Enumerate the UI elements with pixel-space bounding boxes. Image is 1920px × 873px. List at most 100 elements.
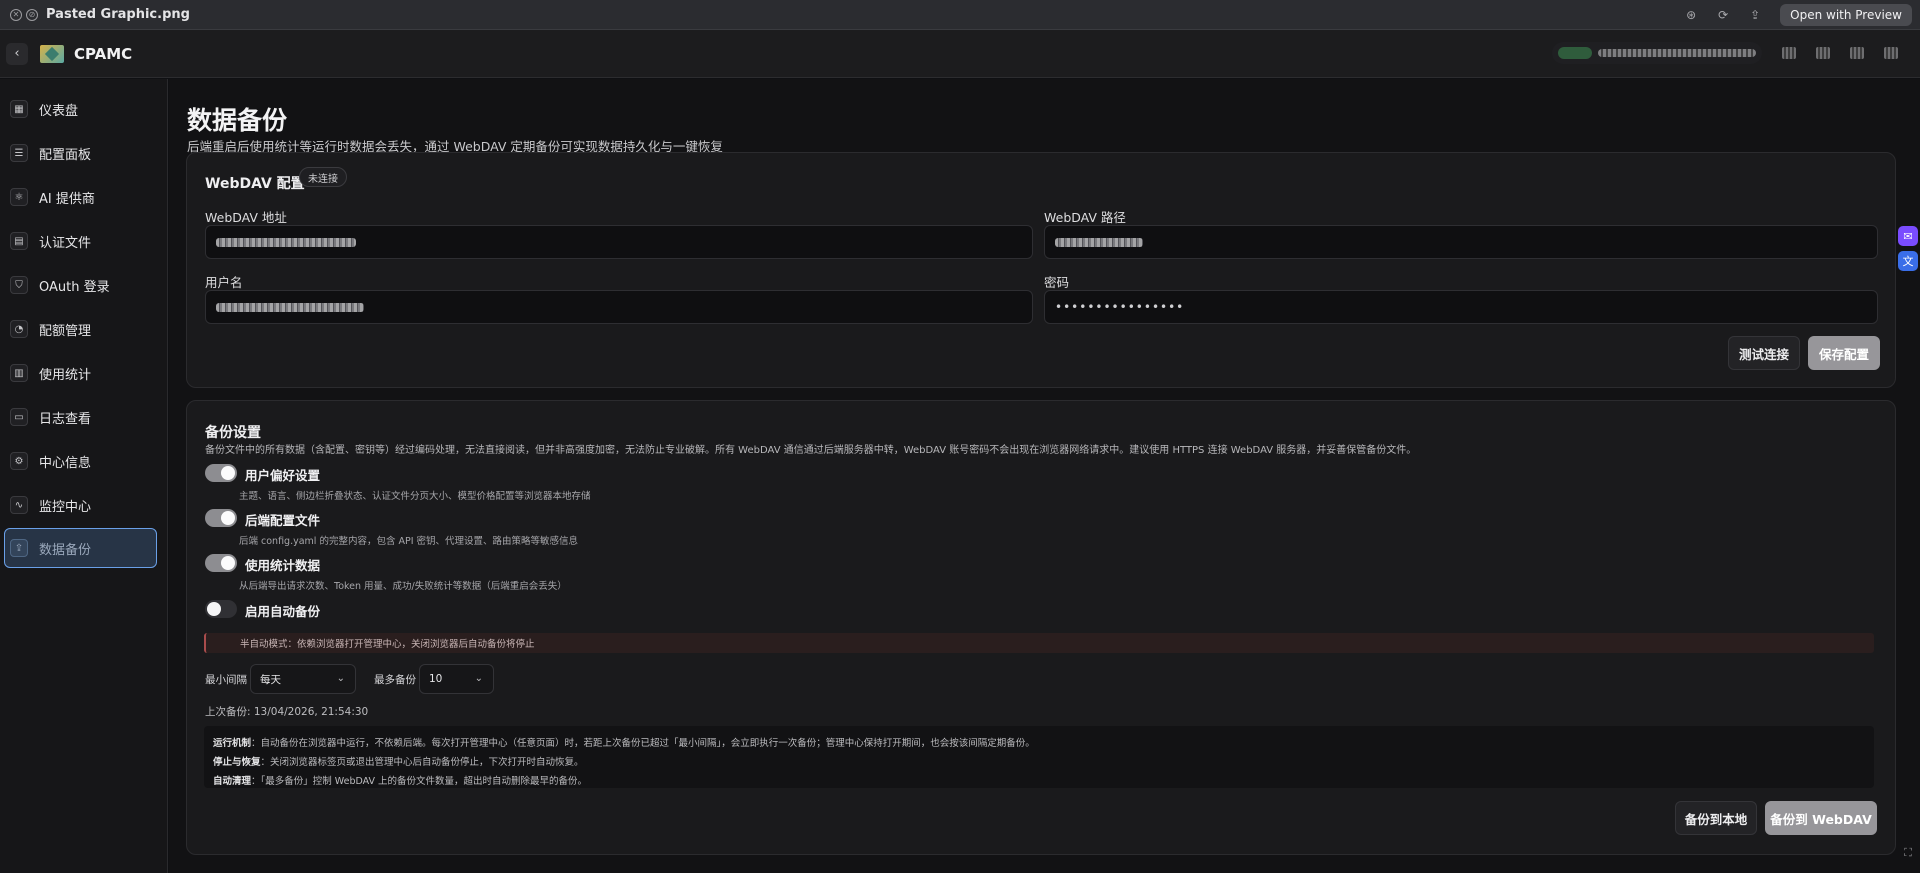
webdav-path-label: WebDAV 路径 [1044,210,1126,225]
theme-toggle-icon[interactable] [1816,47,1830,59]
activity-icon: ∿ [10,496,28,514]
sidebar-item-label: 配额管理 [39,323,92,339]
markup-icon[interactable]: ⊛ [1684,8,1698,22]
sidebar-item-ai-providers[interactable]: ⚛ AI 提供商 [5,178,156,216]
gear-icon: ⚙ [10,452,28,470]
collapse-sidebar-button[interactable]: ‹ [6,42,28,65]
rotate-icon[interactable]: ⟳ [1716,8,1730,22]
terminal-icon: ▭ [10,408,28,426]
backup-icon: ⇪ [10,539,28,557]
server-address-pill [1552,42,1762,64]
max-backups-value: 10 [429,673,443,685]
shield-icon: ⛉ [10,276,28,294]
close-window-icon[interactable]: ✕ [10,8,22,21]
sidebar-item-logs[interactable]: ▭ 日志查看 [5,398,156,436]
sidebar-item-label: 数据备份 [39,542,92,558]
main-content: 数据备份 后端重启后使用统计等运行时数据会丢失，通过 WebDAV 定期备份可实… [169,79,1920,873]
username-input[interactable] [205,290,1033,324]
sidebar-item-label: 使用统计 [39,367,92,383]
sidebar-item-label: 日志查看 [39,411,92,427]
sidebar-item-config-panel[interactable]: ☰ 配置面板 [5,134,156,172]
dashboard-icon: ▦ [10,100,28,118]
app-logo [40,44,64,63]
info-line: 停止与恢复：关闭浏览器标签页或退出管理中心后自动备份停止，下次打开时自动恢复。 [213,757,584,768]
sidebar-item-dashboard[interactable]: ▦ 仪表盘 [5,90,156,128]
sliders-icon: ☰ [10,144,28,162]
info-line: 运行机制：自动备份在浏览器中运行，不依赖后端。每次打开管理中心（任意页面）时，若… [213,738,1035,749]
language-icon[interactable] [1850,47,1864,59]
sidebar-item-center-info[interactable]: ⚙ 中心信息 [5,442,156,480]
username-label: 用户名 [205,275,243,290]
toggle-title: 使用统计数据 [245,558,321,573]
chevron-left-icon: ‹ [14,46,20,61]
webdav-address-label: WebDAV 地址 [205,210,287,225]
backup-local-button[interactable]: 备份到本地 [1675,801,1757,835]
auto-backup-toggle[interactable] [205,600,237,618]
auto-backup-info: 运行机制：自动备份在浏览器中运行，不依赖后端。每次打开管理中心（任意页面）时，若… [204,726,1874,788]
sidebar-item-monitor[interactable]: ∿ 监控中心 [5,486,156,524]
window-titlebar: ✕ ⊘ Pasted Graphic.png ⊛ ⟳ ⇪ Open with P… [0,0,1920,30]
save-config-button[interactable]: 保存配置 [1808,336,1880,370]
password-input[interactable]: •••••••••••••••• [1044,290,1878,324]
webdav-config-card: WebDAV 配置 未连接 WebDAV 地址 WebDAV 路径 用户名 密码… [186,152,1896,388]
connection-status-badge: 未连接 [299,167,347,187]
chevron-down-icon: ⌄ [474,673,483,684]
sidebar-item-usage-stats[interactable]: ▥ 使用统计 [5,354,156,392]
toggle-description: 后端 config.yaml 的完整内容，包含 API 密钥、代理设置、路由策略… [239,536,579,547]
usage-stats-toggle[interactable] [205,554,237,572]
webdav-address-input[interactable] [205,225,1033,259]
webdav-path-input[interactable] [1044,225,1878,259]
chat-assistant-icon[interactable]: ✉ [1898,226,1918,246]
info-line: 自动清理：「最多备份」控制 WebDAV 上的备份文件数量，超出时自动删除最早的… [213,776,588,787]
sidebar-item-label: 认证文件 [39,235,92,251]
last-backup-time: 上次备份: 13/04/2026, 21:54:30 [205,706,369,718]
sidebar-item-data-backup[interactable]: ⇪ 数据备份 [4,528,157,568]
logout-icon[interactable] [1884,47,1898,59]
chevron-down-icon: ⌄ [336,673,345,684]
sidebar: ▦ 仪表盘 ☰ 配置面板 ⚛ AI 提供商 ▤ 认证文件 ⛉ OAuth 登录 … [0,79,168,873]
fullscreen-icon[interactable] [1782,47,1796,59]
sidebar-item-quota[interactable]: ◔ 配额管理 [5,310,156,348]
redacted-value [216,237,356,247]
open-with-preview-button[interactable]: Open with Preview [1780,4,1912,26]
backup-settings-title: 备份设置 [205,425,261,441]
redacted-value [1055,237,1143,247]
connection-status-dot [1558,47,1592,59]
bar-chart-icon: ▥ [10,364,28,382]
sidebar-item-label: 配置面板 [39,147,92,163]
sidebar-item-oauth-login[interactable]: ⛉ OAuth 登录 [5,266,156,304]
app-header: ‹ CPAMC [0,30,1920,78]
page-title: 数据备份 [187,106,288,135]
interval-value: 每天 [260,673,281,686]
backend-config-toggle[interactable] [205,509,237,527]
max-backups-select[interactable]: 10 ⌄ [419,664,494,694]
sidebar-item-auth-files[interactable]: ▤ 认证文件 [5,222,156,260]
sidebar-item-label: 仪表盘 [39,103,79,119]
test-connection-button[interactable]: 测试连接 [1728,336,1800,370]
sidebar-item-label: OAuth 登录 [39,279,110,295]
password-label: 密码 [1044,275,1070,290]
sidebar-item-label: 中心信息 [39,455,92,471]
webdav-config-title: WebDAV 配置 [205,176,305,192]
toggle-description: 从后端导出请求次数、Token 用量、成功/失败统计等数据（后端重启会丢失） [239,581,567,592]
share-icon[interactable]: ⇪ [1748,8,1762,22]
sidebar-item-label: AI 提供商 [39,191,95,207]
minimize-window-icon[interactable]: ⊘ [26,8,38,21]
network-icon: ⚛ [10,188,28,206]
max-backups-label: 最多备份 [374,674,416,686]
file-icon: ▤ [10,232,28,250]
user-prefs-toggle[interactable] [205,464,237,482]
sidebar-item-label: 监控中心 [39,499,92,515]
app-name: CPAMC [74,44,133,63]
toggle-title: 启用自动备份 [245,604,321,619]
toggle-title: 用户偏好设置 [245,468,321,483]
semi-auto-warning: 半自动模式：依赖浏览器打开管理中心，关闭浏览器后自动备份将停止 [204,633,1874,653]
interval-label: 最小间隔 [205,674,247,686]
toggle-description: 主题、语言、侧边栏折叠状态、认证文件分页大小、模型价格配置等浏览器本地存储 [239,491,591,502]
server-address-redacted [1598,49,1756,57]
translate-icon[interactable]: 文 [1898,251,1918,271]
toggle-title: 后端配置文件 [245,513,321,528]
screenshot-icon[interactable]: ⛶ [1898,843,1918,863]
interval-select[interactable]: 每天 ⌄ [250,664,356,694]
backup-webdav-button[interactable]: 备份到 WebDAV [1765,801,1877,835]
